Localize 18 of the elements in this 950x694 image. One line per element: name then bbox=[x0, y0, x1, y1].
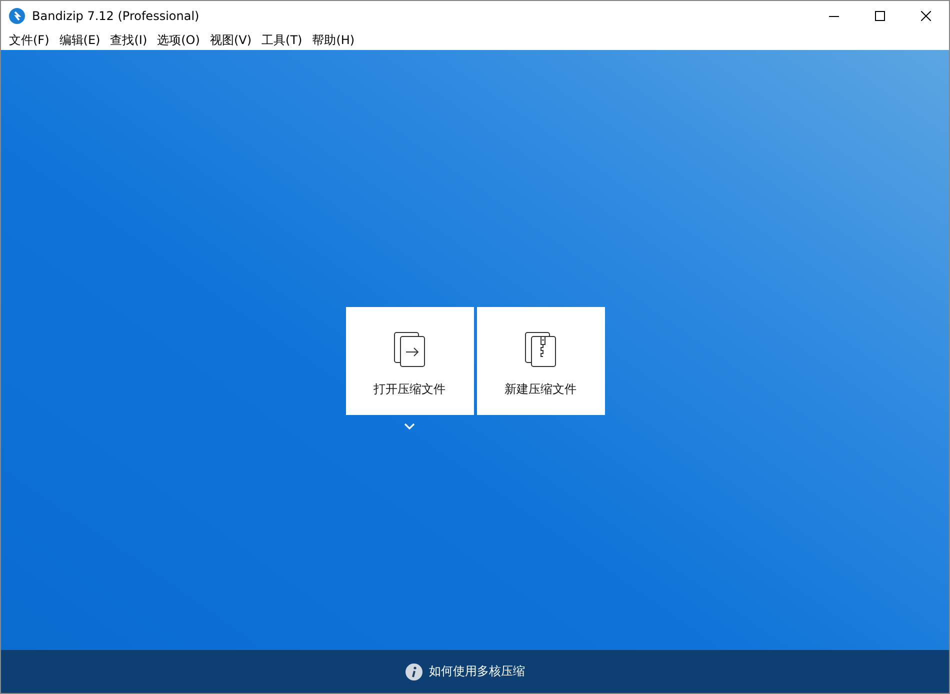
action-card[interactable]: 打开压缩文件 bbox=[346, 307, 474, 415]
chevron-down-icon[interactable] bbox=[404, 423, 415, 430]
app-logo-icon bbox=[9, 8, 25, 24]
zip-file-icon bbox=[524, 331, 558, 367]
action-card[interactable]: 新建压缩文件 bbox=[476, 307, 604, 415]
menu-item[interactable]: 工具(T) bbox=[256, 32, 308, 48]
menu-item[interactable]: 视图(V) bbox=[204, 32, 257, 48]
maximize-icon bbox=[875, 10, 885, 20]
menu-item[interactable]: 文件(F) bbox=[4, 32, 54, 48]
menu-item[interactable]: 帮助(H) bbox=[307, 32, 360, 48]
tip-link[interactable]: 如何使用多核压缩 bbox=[429, 663, 525, 680]
window-title: Bandizip 7.12 (Professional) bbox=[32, 8, 200, 22]
info-icon bbox=[405, 662, 423, 680]
menu-item[interactable]: 查找(I) bbox=[105, 32, 152, 48]
menu-item[interactable]: 编辑(E) bbox=[54, 32, 106, 48]
menu-item[interactable]: 选项(O) bbox=[152, 32, 205, 48]
close-icon bbox=[921, 10, 931, 20]
open-file-icon bbox=[392, 331, 426, 367]
